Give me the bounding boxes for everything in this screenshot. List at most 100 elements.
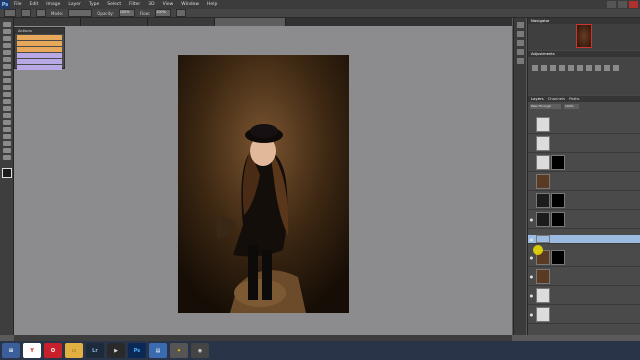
foreground-color-swatch[interactable] (1, 168, 12, 178)
layer-opacity-field[interactable]: 100% (564, 104, 579, 109)
pen-tool-icon[interactable] (2, 120, 11, 125)
eraser-tool-icon[interactable] (2, 92, 11, 97)
opera-icon[interactable]: O (44, 343, 62, 358)
photo-filter-icon[interactable] (604, 65, 610, 71)
menu-select[interactable]: Select (103, 2, 125, 7)
brush-size-picker[interactable] (21, 9, 31, 17)
visibility-eye-icon[interactable]: ● (528, 255, 535, 260)
action-row[interactable] (17, 53, 62, 58)
paths-tab[interactable]: Paths (569, 96, 579, 102)
app-icon[interactable]: ✦ (170, 343, 188, 358)
visibility-eye-icon[interactable]: ● (528, 293, 535, 298)
photoshop-icon[interactable]: Ps (128, 343, 146, 358)
action-row[interactable] (17, 35, 62, 40)
menu-filter[interactable]: Filter (125, 2, 144, 7)
layer-row[interactable] (528, 192, 640, 210)
shape-tool-icon[interactable] (2, 141, 11, 146)
menu-image[interactable]: Image (42, 2, 64, 7)
navigator-thumbnail[interactable] (576, 24, 592, 48)
black-white-icon[interactable] (595, 65, 601, 71)
document-tab-2[interactable] (81, 18, 148, 26)
yandex-browser-icon[interactable]: Y (23, 343, 41, 358)
navigator-tab[interactable]: Navigator (531, 18, 550, 24)
action-row[interactable] (17, 65, 62, 70)
menu-edit[interactable]: Edit (26, 2, 43, 7)
history-panel-icon[interactable] (516, 22, 524, 28)
layer-row[interactable]: ● (528, 235, 640, 244)
marquee-tool-icon[interactable] (2, 29, 11, 34)
document-tab-3[interactable] (148, 18, 215, 26)
menu-type[interactable]: Type (85, 2, 103, 7)
menu-help[interactable]: Help (203, 2, 221, 7)
layer-row[interactable] (528, 135, 640, 153)
visibility-eye-icon[interactable]: ● (528, 217, 535, 222)
character-panel-icon[interactable] (516, 49, 524, 55)
close-button[interactable] (629, 1, 638, 8)
lasso-tool-icon[interactable] (2, 36, 11, 41)
layer-row[interactable]: ● (528, 306, 640, 324)
lightroom-icon[interactable]: Lr (86, 343, 104, 358)
airbrush-toggle[interactable] (175, 9, 186, 17)
hand-tool-icon[interactable] (2, 148, 11, 153)
menu-file[interactable]: File (10, 2, 26, 7)
gradient-tool-icon[interactable] (2, 99, 11, 104)
hue-saturation-icon[interactable] (577, 65, 583, 71)
brush-tool-icon[interactable] (2, 71, 11, 76)
vibrance-icon[interactable] (568, 65, 574, 71)
layer-row[interactable] (528, 116, 640, 134)
windows-start-icon[interactable]: ⊞ (2, 343, 20, 358)
quick-select-tool-icon[interactable] (2, 43, 11, 48)
eyedropper-tool-icon[interactable] (2, 57, 11, 62)
mode-select[interactable] (68, 9, 93, 17)
action-row[interactable] (17, 41, 62, 46)
flow-field[interactable]: 100% (154, 9, 171, 17)
menu-layer[interactable]: Layer (64, 2, 85, 7)
blur-tool-icon[interactable] (2, 106, 11, 111)
opacity-field[interactable]: 100% (118, 9, 135, 17)
tool-preset-picker[interactable] (4, 9, 16, 17)
move-tool-icon[interactable] (2, 22, 11, 27)
layer-mask-thumbnail[interactable] (551, 155, 565, 170)
channels-tab[interactable]: Channels (548, 96, 566, 102)
menu-window[interactable]: Window (177, 2, 203, 7)
menu-view[interactable]: View (159, 2, 178, 7)
adjustments-tab[interactable]: Adjustments (531, 51, 555, 57)
document-tab-1[interactable] (14, 18, 81, 26)
visibility-eye-icon[interactable]: ● (528, 312, 535, 317)
menu-3d[interactable]: 3D (144, 2, 158, 7)
layer-row[interactable]: ● (528, 249, 640, 267)
document-photo[interactable] (178, 55, 349, 313)
layer-mask-thumbnail[interactable] (551, 250, 565, 265)
layer-mask-thumbnail[interactable] (551, 212, 565, 227)
type-tool-icon[interactable] (2, 127, 11, 132)
crop-tool-icon[interactable] (2, 50, 11, 55)
player-icon[interactable]: ▶ (107, 343, 125, 358)
clone-stamp-tool-icon[interactable] (2, 78, 11, 83)
layer-row[interactable]: ● (528, 211, 640, 229)
levels-icon[interactable] (541, 65, 547, 71)
history-brush-tool-icon[interactable] (2, 85, 11, 90)
media-icon[interactable]: ◉ (191, 343, 209, 358)
minimize-button[interactable] (607, 1, 616, 8)
actions-panel-icon[interactable] (516, 31, 524, 37)
visibility-eye-icon[interactable]: ● (528, 237, 535, 242)
brush-panel-toggle[interactable] (36, 9, 46, 17)
healing-tool-icon[interactable] (2, 64, 11, 69)
action-row[interactable] (17, 59, 62, 64)
dodge-tool-icon[interactable] (2, 113, 11, 118)
path-select-tool-icon[interactable] (2, 134, 11, 139)
layer-row[interactable] (528, 154, 640, 172)
brightness-icon[interactable] (532, 65, 538, 71)
visibility-eye-icon[interactable]: ● (528, 274, 535, 279)
curves-icon[interactable] (550, 65, 556, 71)
color-balance-icon[interactable] (586, 65, 592, 71)
layer-row[interactable]: ● (528, 268, 640, 286)
blend-mode-select[interactable]: Pass Through (530, 104, 561, 109)
paragraph-panel-icon[interactable] (516, 58, 524, 64)
brush-panel-icon[interactable] (516, 40, 524, 46)
exposure-icon[interactable] (559, 65, 565, 71)
document-tab-active[interactable] (215, 18, 286, 26)
zoom-tool-icon[interactable] (2, 155, 11, 160)
layer-row[interactable]: ● (528, 287, 640, 305)
channel-mixer-icon[interactable] (613, 65, 619, 71)
